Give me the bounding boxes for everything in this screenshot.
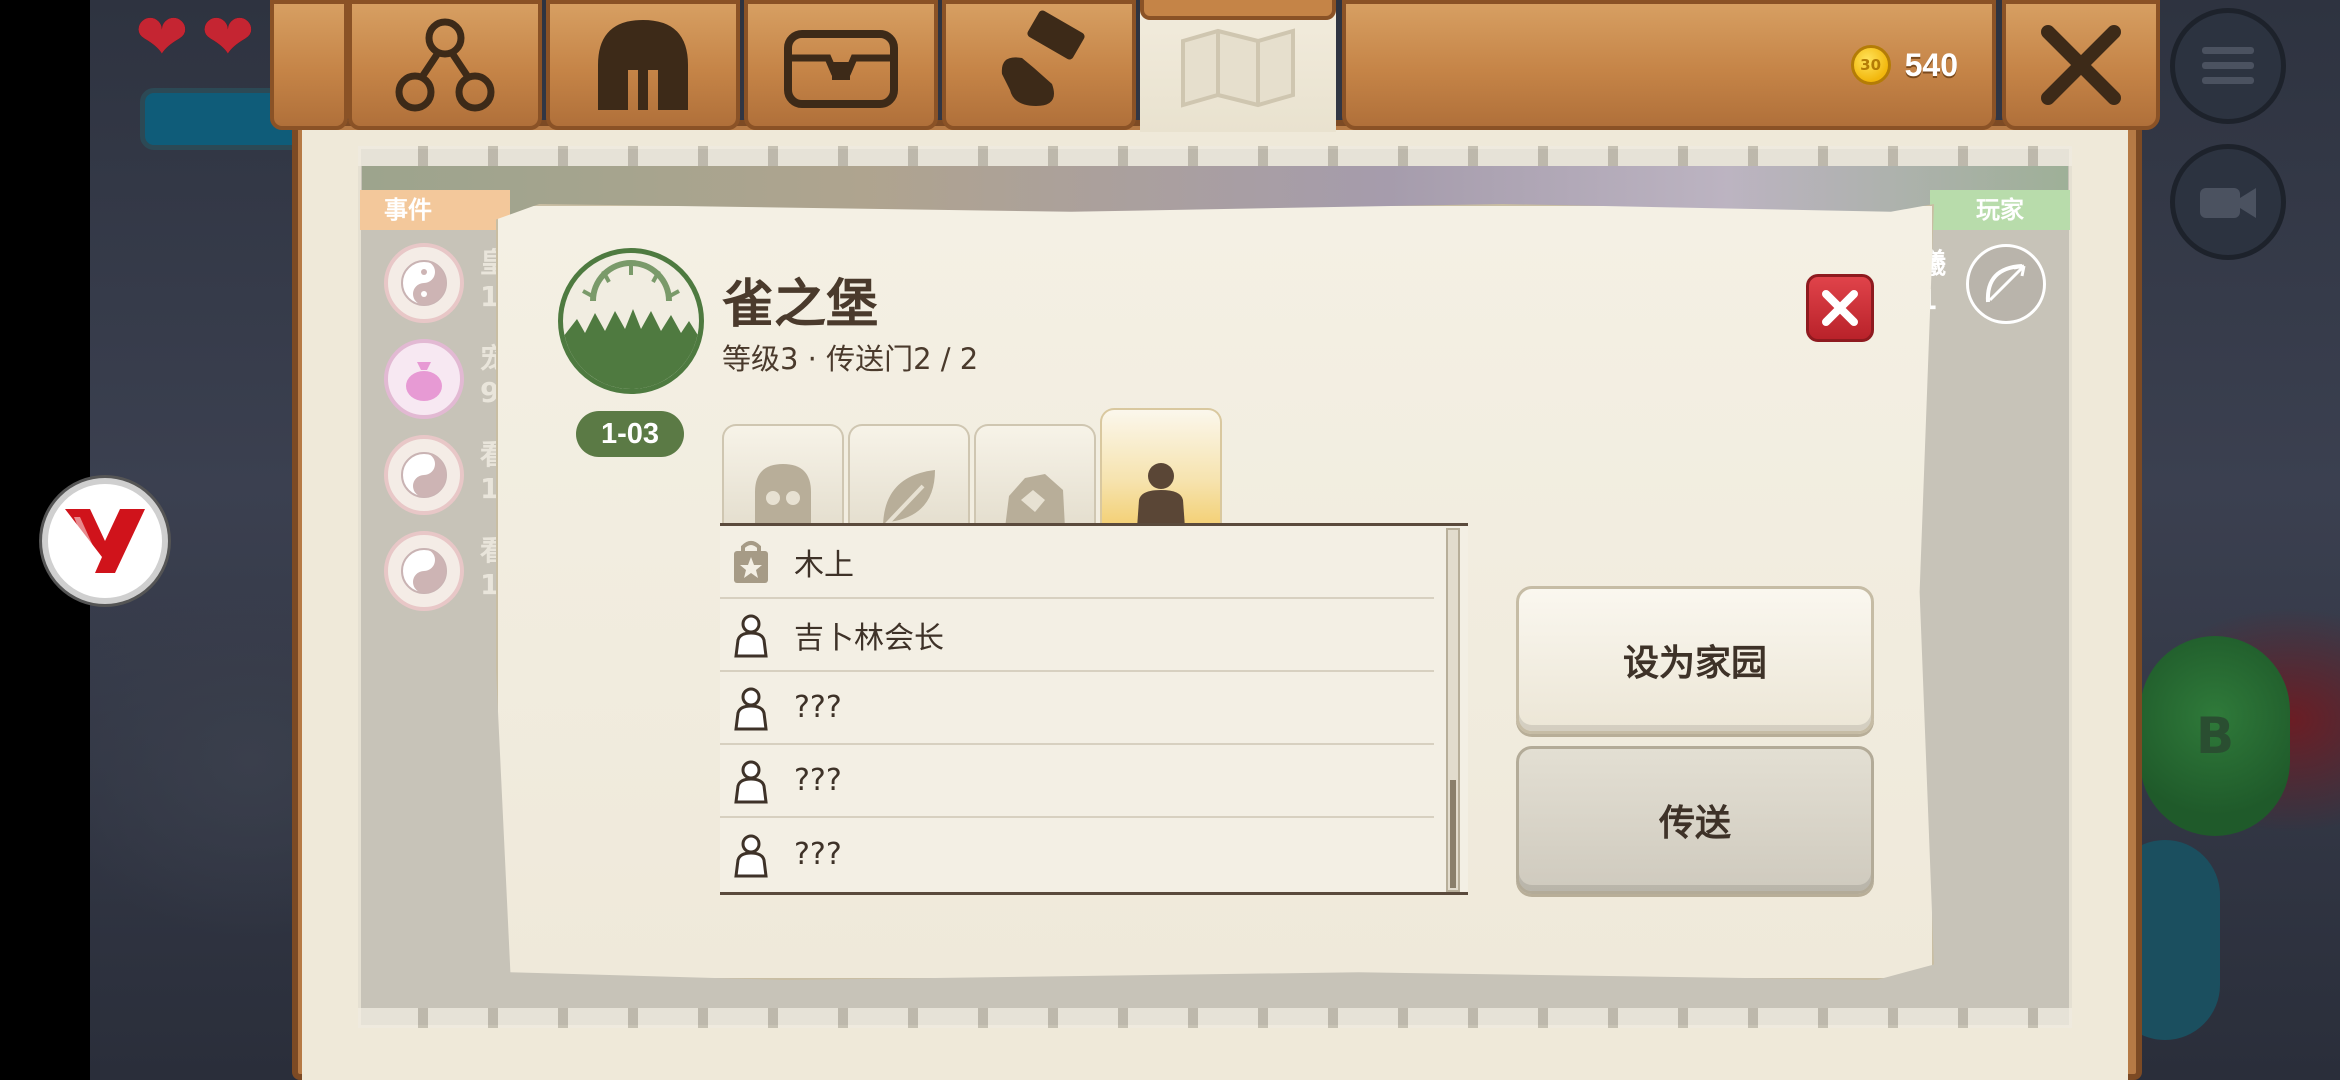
person-outline-icon xyxy=(730,611,772,659)
dialog-close-button[interactable] xyxy=(1806,274,1874,342)
paper-border-top xyxy=(358,146,2072,166)
list-item[interactable]: ??? xyxy=(720,745,1434,818)
tab-monsters[interactable] xyxy=(722,424,844,528)
bow-arrow-icon xyxy=(1985,264,2026,303)
health-hearts: ❤ ❤ xyxy=(135,1,265,75)
npc-name: 木上 xyxy=(794,547,854,583)
shop-bag-icon xyxy=(730,538,772,586)
npc-list[interactable]: 木上 吉卜林会长 ??? ??? ??? xyxy=(720,523,1468,895)
helmet-icon xyxy=(598,20,688,110)
skull-icon xyxy=(755,464,811,528)
tabbar-left-cap xyxy=(270,0,348,130)
leaf-icon xyxy=(883,470,935,528)
menu-button[interactable] xyxy=(2170,8,2286,124)
npc-name: ??? xyxy=(794,837,842,872)
currency-display: 30 540 xyxy=(1342,0,1996,130)
chest-icon xyxy=(784,30,898,108)
map-icon xyxy=(1181,28,1295,108)
event-item[interactable] xyxy=(384,531,464,611)
person-outline-icon xyxy=(730,831,772,879)
location-emblem xyxy=(558,248,704,394)
event-item[interactable] xyxy=(384,339,464,419)
heart-icon: ❤ xyxy=(201,1,255,75)
ore-icon xyxy=(1005,474,1065,528)
yin-yang-icon xyxy=(401,452,447,498)
coin-icon: 30 xyxy=(1850,45,1891,85)
tab-equipment[interactable] xyxy=(546,0,740,130)
list-item[interactable]: 吉卜林会长 xyxy=(720,599,1434,672)
top-tab-bar: 30 540 xyxy=(270,0,2160,132)
tab-npcs[interactable] xyxy=(1100,408,1222,528)
tab-plants[interactable] xyxy=(848,424,970,528)
npc-name: 吉卜林会长 xyxy=(794,620,944,656)
set-home-button[interactable]: 设为家园 xyxy=(1516,586,1874,734)
yy-overlay-logo-button[interactable] xyxy=(42,478,168,604)
location-subtitle: 等级3 · 传送门2 / 2 xyxy=(722,342,979,376)
yy-logo-icon xyxy=(65,509,145,573)
close-journal-button[interactable] xyxy=(2002,0,2160,130)
event-item[interactable] xyxy=(384,243,464,323)
players-header: 玩家 xyxy=(1930,190,2070,230)
events-header: 事件 xyxy=(360,190,510,230)
hammer-icon xyxy=(1001,10,1085,106)
close-icon xyxy=(1822,290,1858,326)
event-item[interactable] xyxy=(384,435,464,515)
close-icon xyxy=(2041,25,2121,105)
list-item[interactable]: 木上 xyxy=(720,526,1434,599)
yin-yang-icon xyxy=(401,548,447,594)
list-item[interactable]: ??? xyxy=(720,818,1434,891)
paper-border-bottom xyxy=(358,1008,2072,1028)
hamburger-icon xyxy=(2202,47,2254,84)
list-item[interactable]: ??? xyxy=(720,672,1434,745)
b-action-button[interactable]: B xyxy=(2140,636,2290,836)
tab-map-cap xyxy=(1140,0,1336,20)
list-scrollbar[interactable] xyxy=(1446,528,1460,892)
forest-sun-icon xyxy=(563,257,699,389)
location-id-badge: 1-03 xyxy=(576,411,684,457)
yin-yang-icon xyxy=(401,260,447,306)
player-avatar[interactable] xyxy=(1966,244,2046,324)
location-title: 雀之堡 xyxy=(722,275,879,335)
video-camera-icon xyxy=(2200,188,2256,218)
teleport-button[interactable]: 传送 xyxy=(1516,746,1874,894)
npc-name: ??? xyxy=(794,690,842,725)
tab-crafting[interactable] xyxy=(942,0,1136,130)
tab-minerals[interactable] xyxy=(974,424,1096,528)
network-icon xyxy=(395,18,495,112)
person-outline-icon xyxy=(730,684,772,732)
scrollbar-thumb[interactable] xyxy=(1450,780,1456,888)
heart-icon: ❤ xyxy=(135,1,189,75)
b-button-label: B xyxy=(2195,707,2235,765)
npc-name: ??? xyxy=(794,763,842,798)
camera-button[interactable] xyxy=(2170,144,2286,260)
person-outline-icon xyxy=(730,757,772,805)
coin-count: 540 xyxy=(1904,46,1958,83)
person-icon xyxy=(1137,463,1185,528)
tab-network[interactable] xyxy=(348,0,542,130)
money-bag-icon xyxy=(406,362,442,401)
tab-inventory[interactable] xyxy=(744,0,938,130)
